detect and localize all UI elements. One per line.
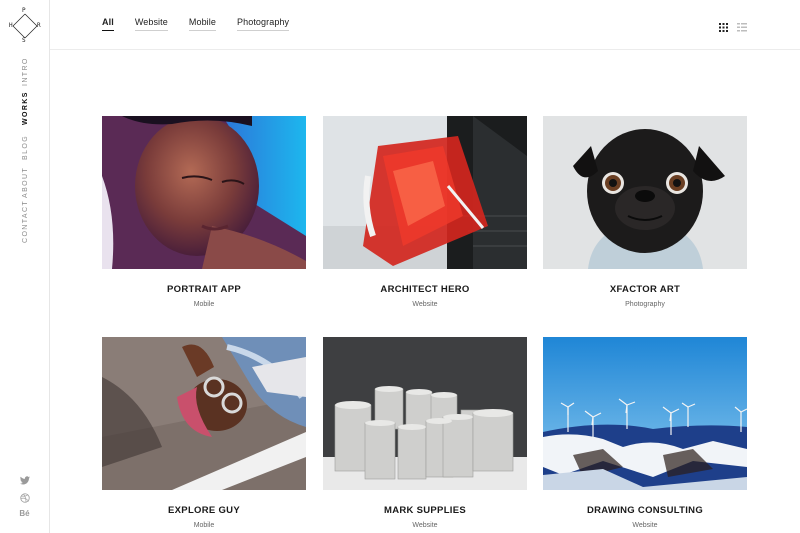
work-title[interactable]: XFACTOR ART <box>543 284 747 295</box>
filter-mobile[interactable]: Mobile <box>188 17 216 31</box>
work-category: Website <box>412 301 438 308</box>
work-card[interactable]: EXPLORE GUY Mobile <box>102 337 306 529</box>
work-card[interactable]: ARCHITECT HERO Website <box>323 116 527 308</box>
sidebar: P H R S INTRO WORKS BLOG ABOUT CONTACT B… <box>0 0 50 533</box>
logo-letter-bottom: S <box>22 37 26 44</box>
logo-letter-right: R <box>37 22 41 29</box>
filter-website[interactable]: Website <box>134 17 168 31</box>
logo-letter-left: H <box>9 22 13 29</box>
work-category: Mobile <box>193 522 215 529</box>
work-card[interactable]: MARK SUPPLIES Website <box>323 337 527 529</box>
behance-icon[interactable]: Bé <box>0 509 49 518</box>
work-category: Website <box>412 522 438 529</box>
nav-item-intro[interactable]: INTRO <box>22 57 29 86</box>
work-thumbnail-supplies[interactable] <box>323 337 527 490</box>
work-title[interactable]: MARK SUPPLIES <box>323 505 527 516</box>
filter-all[interactable]: All <box>102 17 114 31</box>
work-title[interactable]: PORTRAIT APP <box>102 284 306 295</box>
work-title[interactable]: DRAWING CONSULTING <box>543 505 747 516</box>
work-card[interactable]: PORTRAIT APP Mobile <box>102 116 306 308</box>
work-thumbnail-architect[interactable] <box>323 116 527 269</box>
work-category: Website <box>632 522 658 529</box>
work-card[interactable]: DRAWING CONSULTING Website <box>543 337 747 529</box>
nav-item-blog[interactable]: BLOG <box>22 135 29 160</box>
work-thumbnail-xfactor[interactable] <box>543 116 747 269</box>
nav-item-about[interactable]: ABOUT <box>22 167 29 198</box>
nav-item-contact[interactable]: CONTACT <box>22 200 29 243</box>
brand-logo[interactable]: P H R S <box>9 7 41 44</box>
dribbble-icon[interactable] <box>0 490 49 508</box>
logo-letter-top: P <box>22 7 26 14</box>
work-card[interactable]: XFACTOR ART Photography <box>543 116 747 308</box>
work-thumbnail-explore[interactable] <box>102 337 306 490</box>
work-title[interactable]: ARCHITECT HERO <box>323 284 527 295</box>
nav-item-works[interactable]: WORKS <box>22 91 29 125</box>
filter-photography[interactable]: Photography <box>237 17 290 31</box>
grid-view-icon[interactable] <box>719 19 728 32</box>
work-thumbnail-portrait[interactable] <box>102 116 306 269</box>
work-category: Mobile <box>193 301 215 308</box>
filter-tabs: All Website Mobile Photography <box>102 17 310 31</box>
work-category: Photography <box>625 301 665 308</box>
filter-bar: All Website Mobile Photography <box>50 0 800 50</box>
work-title[interactable]: EXPLORE GUY <box>102 505 306 516</box>
work-thumbnail-drawing[interactable] <box>543 337 747 490</box>
masonry-view-icon[interactable] <box>737 19 747 32</box>
twitter-icon[interactable] <box>0 472 49 490</box>
